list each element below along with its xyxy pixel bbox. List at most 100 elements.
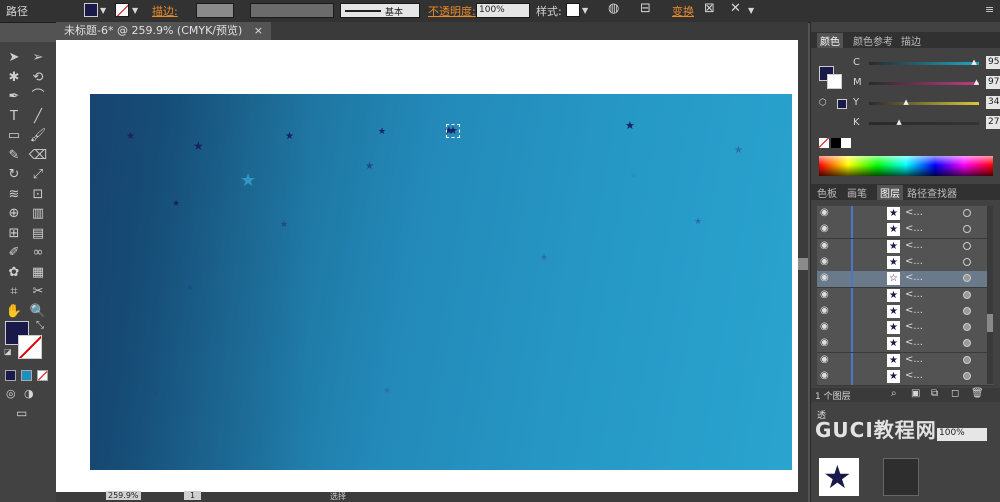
close-icon[interactable]: × (254, 24, 263, 37)
star-shape[interactable]: ★ (630, 172, 637, 180)
layer-row[interactable]: ◉ ★ <... (817, 222, 993, 240)
layer-name[interactable]: <... (905, 337, 923, 348)
target-icon[interactable] (963, 274, 971, 283)
star-shape[interactable]: ★ (510, 148, 517, 156)
layer-row[interactable]: ◉ ★ <... (817, 369, 993, 386)
column-graph-icon[interactable]: ▦ (28, 263, 48, 283)
stroke-weight-field[interactable] (196, 3, 234, 18)
transparency-thumbnail[interactable]: ★ (819, 458, 859, 496)
target-icon[interactable] (963, 323, 971, 332)
layer-row[interactable]: ◉ ★ <... (817, 352, 993, 370)
star-shape[interactable]: ★ (285, 132, 294, 142)
symbol-sprayer-icon[interactable]: ✿ (4, 263, 24, 283)
layer-scrollbar[interactable] (987, 206, 993, 384)
layer-row[interactable]: ◉ ★ <... (817, 206, 993, 223)
target-icon[interactable] (963, 372, 971, 380)
eye-icon[interactable]: ◉ (820, 272, 829, 283)
eye-icon[interactable]: ◉ (820, 289, 829, 300)
slider-row-k[interactable]: K ▲ 27.6% (843, 116, 1000, 132)
star-shape[interactable]: ★ (378, 128, 386, 137)
new-sublayer-icon[interactable]: ⧉ (931, 388, 938, 399)
eye-icon[interactable]: ◉ (820, 305, 829, 316)
blend-icon[interactable]: ∞ (28, 243, 48, 263)
layer-row[interactable]: ◉ ★ <... (817, 287, 993, 305)
slider-row-y[interactable]: Y ▲ 34.0% (843, 96, 1000, 112)
document-tab[interactable]: 未标题-6* @ 259.9% (CMYK/预览) × (56, 22, 272, 40)
stroke-box[interactable] (18, 335, 42, 359)
scale-icon[interactable]: ⤢ (28, 165, 48, 185)
stroke-profile-field[interactable]: 基本 (340, 3, 420, 18)
eraser-icon[interactable]: ⌫ (28, 146, 48, 166)
curvature-icon[interactable]: ⌒ (28, 87, 48, 107)
target-icon[interactable] (963, 339, 971, 348)
tab-color[interactable]: 颜色 (817, 33, 843, 48)
drawing-mode-icon[interactable]: ◎ (6, 387, 16, 400)
lasso-icon[interactable]: ⟲ (28, 68, 48, 88)
stroke-swatch[interactable] (115, 3, 129, 17)
slider-row-m[interactable]: M ▲ 97.9% (843, 76, 1000, 92)
slider-knob[interactable]: ▲ (903, 98, 908, 106)
eye-icon[interactable]: ◉ (820, 354, 829, 365)
out-of-gamut-icon[interactable]: ⬡ (819, 98, 827, 108)
new-layer-icon[interactable]: ◻ (951, 388, 959, 399)
tab-color-guide[interactable]: 颜色参考 (853, 33, 893, 48)
artwork-gradient-background[interactable]: ★ ★ ★ ★ ★ ★ ★ ★ ★ ★ ★ ★ ★ ★ ★ ★ ★ ★ ★ ★ (90, 94, 792, 470)
gradient-mode-button[interactable] (21, 370, 32, 381)
none-swatch[interactable] (819, 138, 829, 148)
magic-wand-icon[interactable]: ✱ (4, 68, 24, 88)
page-field[interactable]: 1 (184, 491, 202, 500)
layer-name[interactable]: <... (905, 240, 923, 251)
vertical-scrollbar[interactable] (798, 40, 808, 492)
star-shape[interactable]: ★ (186, 284, 194, 293)
slider-knob[interactable]: ▲ (971, 58, 976, 66)
slider-track[interactable] (869, 82, 979, 85)
black-swatch[interactable] (831, 138, 841, 148)
pencil-icon[interactable]: ✎ (4, 146, 24, 166)
zoom-field[interactable]: 259.9% (106, 491, 141, 500)
layer-name[interactable]: <... (905, 321, 923, 332)
target-icon[interactable] (963, 290, 971, 299)
selected-star[interactable]: ★ (446, 124, 460, 138)
variable-width-field[interactable] (250, 3, 334, 18)
mask-thumbnail[interactable] (883, 458, 919, 496)
target-icon[interactable] (963, 306, 971, 315)
screen-mode-icon[interactable]: ▭ (16, 406, 27, 420)
channel-value[interactable]: 34.0% (986, 96, 1000, 109)
make-clipping-mask-icon[interactable]: ▣ (911, 388, 920, 399)
star-shape[interactable]: ★ (152, 391, 160, 400)
layer-name[interactable]: <... (905, 223, 923, 234)
eye-icon[interactable]: ◉ (820, 256, 829, 267)
slider-track[interactable] (869, 122, 979, 125)
scrollbar-thumb[interactable] (798, 258, 808, 270)
slider-knob[interactable]: ▲ (974, 78, 979, 86)
style-swatch[interactable] (566, 3, 580, 17)
warp-icon[interactable]: ≋ (4, 185, 24, 205)
transform-label[interactable]: 变换 (672, 3, 694, 19)
line-tool-icon[interactable]: ╱ (28, 107, 48, 127)
eye-icon[interactable]: ◉ (820, 207, 829, 218)
type-tool-icon[interactable]: T (4, 107, 24, 127)
layer-row[interactable]: ◉ ★ <... (817, 238, 993, 256)
stroke-label[interactable]: 描边: (152, 3, 178, 19)
layer-row[interactable]: ◉ ★ <... (817, 254, 993, 272)
target-icon[interactable] (963, 257, 971, 266)
eye-icon[interactable]: ◉ (820, 223, 829, 234)
target-icon[interactable] (963, 241, 971, 250)
hand-icon[interactable]: ✋ (4, 302, 24, 322)
draw-behind-icon[interactable]: ◑ (24, 387, 34, 400)
target-icon[interactable] (963, 225, 971, 234)
tab-swatches[interactable]: 色板 (817, 185, 837, 200)
opacity-field[interactable]: 100% (476, 3, 530, 18)
star-shape[interactable]: ★ (625, 120, 635, 131)
star-shape[interactable]: ★ (694, 218, 702, 227)
slider-knob[interactable]: ▲ (896, 118, 901, 126)
tab-pathfinder[interactable]: 路径查找器 (907, 185, 957, 200)
target-icon[interactable] (963, 209, 971, 217)
layer-name[interactable]: <... (905, 370, 923, 381)
white-swatch[interactable] (841, 138, 851, 148)
artboard-icon[interactable]: ⌗ (4, 282, 24, 302)
layer-row[interactable]: ◉ ★ <... (817, 336, 993, 354)
star-shape[interactable]: ★ (172, 200, 180, 209)
mesh-icon[interactable]: ⊞ (4, 224, 24, 244)
star-shape[interactable]: ★ (734, 146, 743, 156)
